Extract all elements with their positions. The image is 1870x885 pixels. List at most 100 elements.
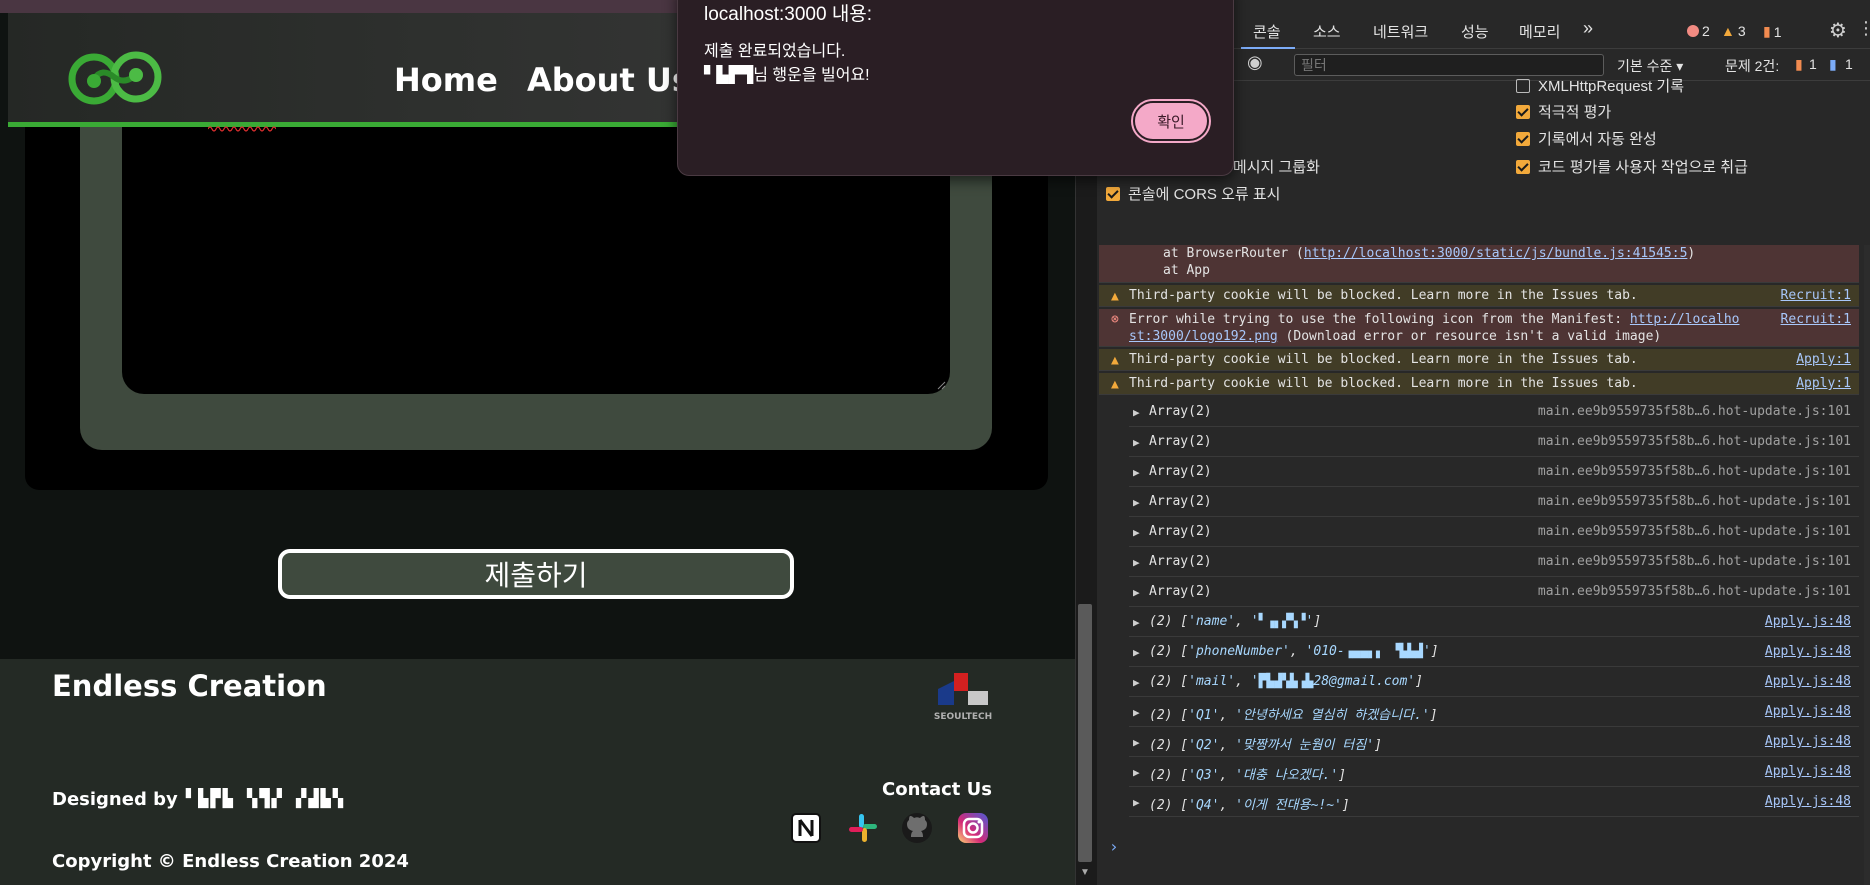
submit-button[interactable]: 제출하기 xyxy=(278,549,794,599)
source-link[interactable]: Apply:1 xyxy=(1796,376,1851,391)
log-entry-text: (2) ['mail', '▛▙▟▚▙▗▙28@gmail.com'] xyxy=(1149,674,1423,689)
source-link[interactable]: main.ee9b9559735f58b…6.hot-update.js:101 xyxy=(1538,494,1851,509)
expand-triangle-icon[interactable]: ▶ xyxy=(1133,616,1140,629)
expand-triangle-icon[interactable]: ▶ xyxy=(1133,556,1140,569)
entry-value: '▘▗▖▞▚▝' xyxy=(1250,614,1314,629)
checkbox-checked[interactable] xyxy=(1516,131,1530,146)
source-link[interactable]: main.ee9b9559735f58b…6.hot-update.js:101 xyxy=(1538,464,1851,479)
source-link[interactable]: main.ee9b9559735f58b…6.hot-update.js:101 xyxy=(1538,584,1851,599)
log-level-dropdown[interactable]: 기본 수준 ▾ xyxy=(1617,56,1683,76)
console-prompt[interactable]: › xyxy=(1109,837,1119,856)
issues-label[interactable]: 문제 2건: xyxy=(1725,56,1779,76)
nav-about-link[interactable]: About Us xyxy=(527,61,691,99)
expand-triangle-icon[interactable]: ▶ xyxy=(1133,406,1140,419)
source-link[interactable]: Apply:1 xyxy=(1796,352,1851,367)
console-scrollbar[interactable] xyxy=(1864,245,1870,885)
checkbox-checked[interactable] xyxy=(1516,104,1530,119)
page-scrollbar-thumb[interactable] xyxy=(1078,604,1092,862)
source-link[interactable]: Apply.js:48 xyxy=(1765,704,1851,719)
source-link[interactable]: Apply.js:48 xyxy=(1765,644,1851,659)
log-entry-q4[interactable]: ▶ (2) ['Q4', '이게 전대용~!~'] Apply.js:48 xyxy=(1129,787,1859,817)
setting-eager-eval[interactable]: 적극적 평가 xyxy=(1516,101,1611,122)
instagram-icon[interactable] xyxy=(956,811,990,845)
source-link[interactable]: Apply.js:48 xyxy=(1765,734,1851,749)
expand-triangle-icon[interactable]: ▶ xyxy=(1133,646,1140,659)
dialog-ok-button[interactable]: 확인 xyxy=(1131,99,1211,143)
log-entry-q3[interactable]: ▶ (2) ['Q3', '대충 나오겠다.'] Apply.js:48 xyxy=(1129,757,1859,787)
checkbox-checked[interactable] xyxy=(1516,159,1530,174)
warning-icon: ▲ xyxy=(1111,289,1119,304)
scroll-down-arrow-icon[interactable]: ▼ xyxy=(1078,866,1092,880)
expand-triangle-icon[interactable]: ▶ xyxy=(1133,676,1140,689)
tab-performance[interactable]: 성능 xyxy=(1461,21,1489,42)
source-link[interactable]: main.ee9b9559735f58b…6.hot-update.js:101 xyxy=(1538,554,1851,569)
checkbox-checked[interactable] xyxy=(1106,186,1120,201)
expand-triangle-icon[interactable]: ▶ xyxy=(1133,466,1140,479)
log-array-row[interactable]: ▶ Array(2) main.ee9b9559735f58b…6.hot-upda… xyxy=(1129,517,1859,547)
notion-icon[interactable] xyxy=(789,811,823,845)
more-tabs-button[interactable]: » xyxy=(1583,18,1593,39)
setting-treat-eval-as-user-action[interactable]: 코드 평가를 사용자 작업으로 취급 xyxy=(1516,156,1748,177)
log-array-row[interactable]: ▶ Array(2) main.ee9b9559735f58b…6.hot-upda… xyxy=(1129,427,1859,457)
resize-grip-icon[interactable] xyxy=(936,380,946,390)
log-entry-q1[interactable]: ▶ (2) ['Q1', '안녕하세요 열심히 하겠습니다.'] Apply.js:… xyxy=(1129,697,1859,727)
seoultech-logo[interactable]: SEOULTECH xyxy=(934,671,992,725)
error-link[interactable]: http://localho xyxy=(1630,312,1740,327)
github-icon[interactable] xyxy=(900,811,934,845)
tab-sources[interactable]: 소스 xyxy=(1313,21,1341,42)
issues-count: 1 xyxy=(1773,23,1782,40)
expand-triangle-icon[interactable]: ▶ xyxy=(1133,766,1140,779)
source-link[interactable]: main.ee9b9559735f58b…6.hot-update.js:101 xyxy=(1538,434,1851,449)
source-link[interactable]: Apply.js:48 xyxy=(1765,794,1851,809)
setting-log-xhr[interactable]: XMLHttpRequest 기록 xyxy=(1516,75,1684,96)
warning-count-badge[interactable]: ▲ 3 xyxy=(1721,23,1746,39)
log-entry-phone[interactable]: ▶ (2) ['phoneNumber', '010-▗▄▄▖▖ ▝▙▙▟'] Ap… xyxy=(1129,637,1859,667)
log-array-row[interactable]: ▶ Array(2) main.ee9b9559735f58b…6.hot-upda… xyxy=(1129,487,1859,517)
log-entry-q2[interactable]: ▶ (2) ['Q2', '맞짱까서 눈웜이 터짐'] Apply.js:48 xyxy=(1129,727,1859,757)
kebab-menu-icon[interactable]: ⋮ xyxy=(1857,18,1870,39)
log-array-row[interactable]: ▶ Array(2) main.ee9b9559735f58b…6.hot-upda… xyxy=(1129,397,1859,427)
expand-triangle-icon[interactable]: ▶ xyxy=(1133,586,1140,599)
expand-triangle-icon[interactable]: ▶ xyxy=(1133,526,1140,539)
endless-creation-logo[interactable] xyxy=(66,49,166,109)
tab-network[interactable]: 네트워크 xyxy=(1373,21,1428,42)
expand-triangle-icon[interactable]: ▶ xyxy=(1133,706,1140,719)
eye-icon[interactable]: ◉ xyxy=(1247,52,1263,73)
error-link[interactable]: st:3000/logo192.png xyxy=(1129,329,1278,344)
site-footer: Endless Creation SEOULTECH Designed by ▘… xyxy=(0,659,1075,885)
contact-us-label: Contact Us xyxy=(882,779,993,800)
source-link[interactable]: Apply.js:48 xyxy=(1765,764,1851,779)
tab-memory[interactable]: 메모리 xyxy=(1519,21,1560,42)
log-entry-name[interactable]: ▶ (2) ['name', '▘▗▖▞▚▝'] Apply.js:48 xyxy=(1129,607,1859,637)
stack-link[interactable]: http://localhost:3000/static/js/bundle.j… xyxy=(1304,246,1688,261)
gear-icon[interactable]: ⚙ xyxy=(1829,18,1847,43)
source-link[interactable]: Recruit:1 xyxy=(1781,288,1851,303)
slack-icon[interactable] xyxy=(846,811,880,845)
expand-triangle-icon[interactable]: ▶ xyxy=(1133,436,1140,449)
issue-flag-icon: ▮ xyxy=(1763,23,1771,39)
source-link[interactable]: Recruit:1 xyxy=(1781,312,1851,327)
setting-label: 콘솔에 CORS 오류 표시 xyxy=(1128,186,1281,203)
source-link[interactable]: Apply.js:48 xyxy=(1765,614,1851,629)
source-link[interactable]: Apply.js:48 xyxy=(1765,674,1851,689)
source-link[interactable]: main.ee9b9559735f58b…6.hot-update.js:101 xyxy=(1538,404,1851,419)
console-filter-input[interactable] xyxy=(1294,54,1604,76)
source-link[interactable]: main.ee9b9559735f58b…6.hot-update.js:101 xyxy=(1538,524,1851,539)
error-text: (Download error or resource isn't a vali… xyxy=(1277,329,1662,344)
expand-triangle-icon[interactable]: ▶ xyxy=(1133,736,1140,749)
setting-show-cors-errors[interactable]: 콘솔에 CORS 오류 표시 xyxy=(1106,183,1280,204)
screen: Home About Us 제출하기 Endless Creation SEOU… xyxy=(0,0,1870,885)
log-array-row[interactable]: ▶ Array(2) main.ee9b9559735f58b…6.hot-upda… xyxy=(1129,547,1859,577)
nav-home-link[interactable]: Home xyxy=(394,61,498,99)
expand-triangle-icon[interactable]: ▶ xyxy=(1133,796,1140,809)
log-array-row[interactable]: ▶ Array(2) main.ee9b9559735f58b…6.hot-upda… xyxy=(1129,457,1859,487)
error-icon: ⊗ xyxy=(1111,312,1119,327)
tab-console[interactable]: 콘솔 xyxy=(1253,21,1281,42)
expand-triangle-icon[interactable]: ▶ xyxy=(1133,496,1140,509)
log-entry-mail[interactable]: ▶ (2) ['mail', '▛▙▟▚▙▗▙28@gmail.com'] Appl… xyxy=(1129,667,1859,697)
log-array-row[interactable]: ▶ Array(2) main.ee9b9559735f58b…6.hot-upda… xyxy=(1129,577,1859,607)
checkbox-unchecked[interactable] xyxy=(1516,78,1530,93)
setting-autocomplete-history[interactable]: 기록에서 자동 완성 xyxy=(1516,128,1657,149)
error-count-badge[interactable]: 2 xyxy=(1687,23,1710,39)
issues-count-badge[interactable]: ▮ 1 xyxy=(1763,23,1782,40)
